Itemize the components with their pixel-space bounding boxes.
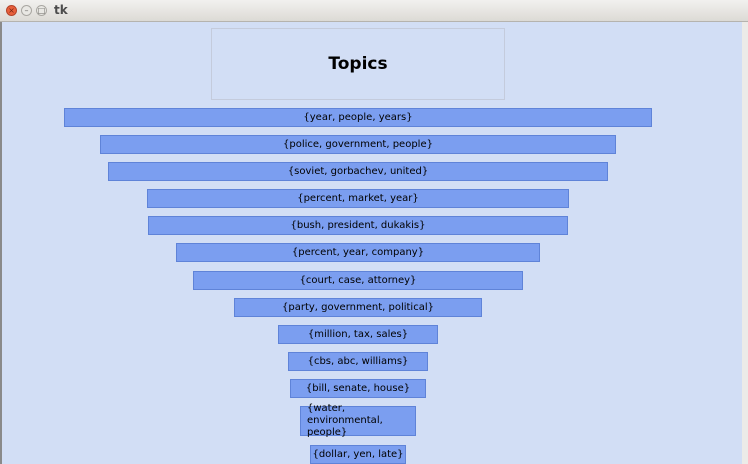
topic-bar-1: {year, people, years} xyxy=(64,108,652,127)
topic-bar-2: {police, government, people} xyxy=(100,135,616,154)
maximize-icon[interactable]: □ xyxy=(36,5,47,16)
topic-bar-12: {water, environmental, people} xyxy=(300,403,416,438)
topic-bar-9: {million, tax, sales} xyxy=(278,325,438,344)
window-title: tk xyxy=(54,3,68,17)
right-gutter xyxy=(742,22,748,464)
topic-bar-5: {bush, president, dukakis} xyxy=(148,216,568,235)
close-icon[interactable]: × xyxy=(6,5,17,16)
topic-bar-3: {soviet, gorbachev, united} xyxy=(108,162,608,181)
chart-title-box: Topics xyxy=(211,28,505,100)
topics-canvas: Topics {year, people, years} {police, go… xyxy=(2,22,742,464)
topic-bar-11: {bill, senate, house} xyxy=(290,379,426,398)
chart-title: Topics xyxy=(328,54,388,74)
topic-bar-4: {percent, market, year} xyxy=(147,189,569,208)
topic-bar-10: {cbs, abc, williams} xyxy=(288,352,428,371)
window-titlebar: × – □ tk xyxy=(0,0,748,22)
topic-bar-7: {court, case, attorney} xyxy=(193,271,523,290)
topic-bar-6: {percent, year, company} xyxy=(176,243,540,262)
topic-bar-13: {dollar, yen, late} xyxy=(310,445,406,464)
minimize-icon[interactable]: – xyxy=(21,5,32,16)
topic-bar-8: {party, government, political} xyxy=(234,298,482,317)
